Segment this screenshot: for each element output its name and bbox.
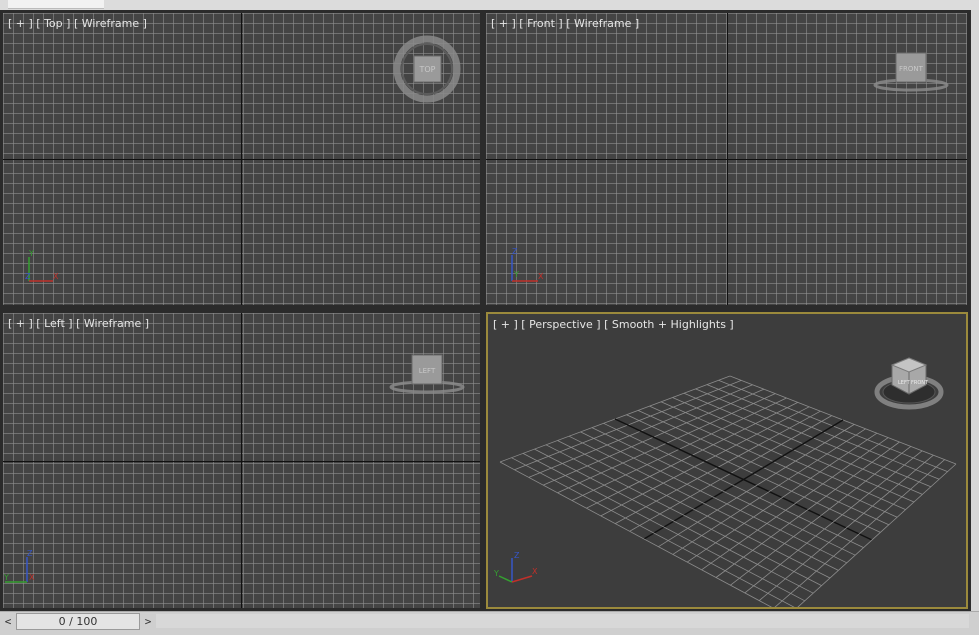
time-slider-bar: < 0 / 100 > bbox=[0, 611, 979, 635]
viewcube-icon[interactable]: LEFT bbox=[387, 349, 467, 399]
viewport-menu-button[interactable]: [ + ] bbox=[491, 17, 516, 30]
viewcube-icon[interactable]: TOP bbox=[387, 31, 467, 111]
axis-label-c: X bbox=[53, 272, 59, 281]
viewcube-face-label-left: LEFT bbox=[898, 380, 911, 386]
timeline-track[interactable] bbox=[156, 614, 969, 628]
viewport-menu-button[interactable]: [ + ] bbox=[8, 317, 33, 330]
axis-label-c: X bbox=[532, 567, 538, 576]
viewcube-icon[interactable]: LEFT FRONT bbox=[874, 344, 944, 410]
axis-tripod-icon: Y Z X bbox=[25, 249, 59, 282]
shading-mode-button[interactable]: [ Wireframe ] bbox=[76, 317, 149, 330]
viewcube-icon[interactable]: FRONT bbox=[871, 47, 951, 97]
viewcube-face-label-front: FRONT bbox=[911, 380, 929, 386]
viewcube-face-label: FRONT bbox=[899, 65, 924, 73]
axis-tripod-icon: Z Y X bbox=[494, 551, 538, 583]
view-type-button[interactable]: [ Top ] bbox=[36, 17, 70, 30]
grid-axis-vertical bbox=[727, 13, 728, 305]
time-slider[interactable]: 0 / 100 bbox=[16, 613, 140, 630]
axis-label-a: Z bbox=[512, 247, 518, 256]
grid-line bbox=[797, 463, 957, 607]
axis-label-b: Y bbox=[494, 569, 499, 578]
viewport-label-top: [ + ] [ Top ] [ Wireframe ] bbox=[8, 17, 147, 30]
viewport-label-front: [ + ] [ Front ] [ Wireframe ] bbox=[491, 17, 639, 30]
shading-mode-button[interactable]: [ Wireframe ] bbox=[566, 17, 639, 30]
axis-label-a: Z bbox=[27, 549, 33, 558]
axis-label-a: Z bbox=[514, 551, 520, 560]
previous-frame-button[interactable]: < bbox=[2, 614, 14, 630]
axis-label-c: X bbox=[29, 573, 35, 582]
viewcube-face-label: LEFT bbox=[419, 367, 436, 375]
grid-line bbox=[758, 454, 934, 601]
viewport-left[interactable]: [ + ] [ Left ] [ Wireframe ] LEFT Z Y X bbox=[3, 313, 480, 608]
axis-label-a: Y bbox=[28, 249, 34, 258]
grid-line bbox=[534, 448, 814, 594]
viewcube-face-label: TOP bbox=[418, 65, 435, 74]
title-strip bbox=[0, 0, 979, 10]
viewport-top[interactable]: [ + ] [ Top ] [ Wireframe ] TOP Y Z X bbox=[3, 13, 480, 305]
next-frame-button[interactable]: > bbox=[142, 614, 154, 630]
viewport-front[interactable]: [ + ] [ Front ] [ Wireframe ] FRONT Z Y … bbox=[486, 13, 967, 305]
grid-axis-vertical bbox=[241, 13, 242, 305]
axis-label-b: Y bbox=[513, 270, 519, 279]
axis-tripod-icon: Z Y X bbox=[3, 549, 35, 583]
axis-label-c: X bbox=[538, 272, 544, 281]
viewport-menu-button[interactable]: [ + ] bbox=[8, 17, 33, 30]
axis-tripod-icon: Z Y X bbox=[511, 247, 544, 282]
view-type-button[interactable]: [ Left ] bbox=[36, 317, 72, 330]
viewport-layout: [ + ] [ Top ] [ Wireframe ] TOP Y Z X [ … bbox=[0, 10, 971, 611]
axis-label-b: Z bbox=[25, 272, 31, 281]
grid-axis-vertical bbox=[241, 313, 242, 608]
axis-label-b: Y bbox=[3, 573, 9, 582]
viewport-perspective[interactable]: [ + ] [ Perspective ] [ Smooth + Highlig… bbox=[486, 312, 968, 609]
shading-mode-button[interactable]: [ Wireframe ] bbox=[74, 17, 147, 30]
tab-handle[interactable] bbox=[8, 0, 104, 9]
view-type-button[interactable]: [ Front ] bbox=[519, 17, 562, 30]
viewport-label-left: [ + ] [ Left ] [ Wireframe ] bbox=[8, 317, 149, 330]
